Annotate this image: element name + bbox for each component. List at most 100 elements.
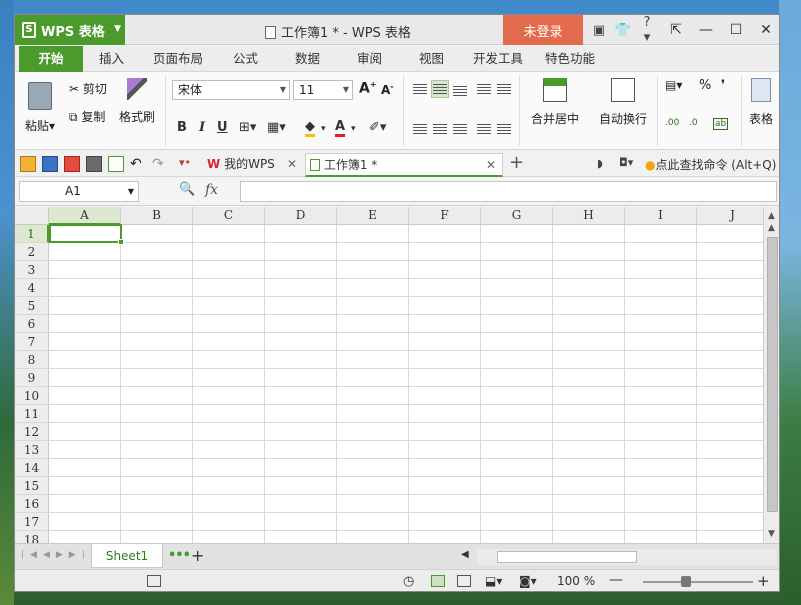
decrease-indent-icon[interactable] — [477, 84, 491, 95]
redo-icon[interactable]: ↷ — [152, 156, 168, 172]
align-top-icon[interactable] — [413, 84, 427, 95]
row-header[interactable]: 7 — [15, 333, 49, 351]
horizontal-scroll-thumb[interactable] — [497, 551, 637, 563]
column-header[interactable]: D — [265, 207, 337, 225]
select-all-corner[interactable] — [15, 207, 49, 225]
export-pdf-icon[interactable] — [64, 156, 80, 172]
search-command[interactable]: ●点此查找命令 (Alt+Q) — [645, 156, 776, 173]
increase-decimal-icon[interactable]: .00 — [665, 118, 679, 128]
cut-button[interactable]: ✂ 剪切 — [69, 80, 107, 97]
italic-icon[interactable]: I — [199, 120, 205, 135]
vertical-scrollbar[interactable]: ▲ ▲ ▼ — [763, 207, 779, 543]
column-header[interactable]: C — [193, 207, 265, 225]
font-name-select[interactable]: 宋体 ▼ — [172, 80, 290, 100]
row-header[interactable]: 5 — [15, 297, 49, 315]
column-header[interactable]: I — [625, 207, 697, 225]
print-preview-icon[interactable] — [108, 156, 124, 172]
more-sheets-button[interactable]: ••• — [168, 548, 191, 563]
distributed-icon[interactable] — [497, 124, 511, 135]
toolbar-option-icon[interactable]: ◗ — [597, 157, 603, 170]
insert-function-button[interactable]: fx — [205, 182, 218, 198]
fill-handle[interactable] — [118, 239, 124, 245]
format-painter-button[interactable]: 格式刷 — [119, 78, 155, 125]
open-icon[interactable] — [20, 156, 36, 172]
row-header[interactable]: 9 — [15, 369, 49, 387]
minimize-button[interactable]: — — [691, 15, 721, 45]
close-tab-icon[interactable]: ✕ — [287, 153, 297, 175]
zoom-out-button[interactable]: — — [609, 572, 623, 588]
row-header[interactable]: 17 — [15, 513, 49, 531]
decrease-decimal-icon[interactable]: .0 — [689, 118, 698, 128]
column-header[interactable]: E — [337, 207, 409, 225]
row-header[interactable]: 18 — [15, 531, 49, 543]
tab-view[interactable]: 视图 — [419, 46, 444, 72]
row-header[interactable]: 10 — [15, 387, 49, 405]
help-icon[interactable]: ?▾ — [635, 15, 659, 45]
convert-icon[interactable]: ab — [713, 118, 729, 130]
zoom-search-icon[interactable]: 🔍 — [179, 182, 195, 197]
selected-cell-a1[interactable] — [49, 224, 122, 243]
horizontal-scrollbar[interactable] — [477, 549, 777, 565]
scroll-left-icon[interactable]: ◀ — [461, 549, 469, 560]
toolbar-marker-icon[interactable]: ◘▾ — [619, 156, 633, 169]
tab-formulas[interactable]: 公式 — [233, 46, 258, 72]
font-color-icon[interactable]: A — [335, 120, 346, 137]
close-button[interactable]: ✕ — [751, 15, 779, 45]
align-middle-icon[interactable] — [433, 84, 447, 95]
scroll-up-icon[interactable]: ▲ — [768, 211, 775, 221]
align-left-icon[interactable] — [413, 124, 427, 135]
cell-style-icon[interactable]: ▦▾ — [267, 120, 286, 135]
row-header[interactable]: 16 — [15, 495, 49, 513]
column-header[interactable]: G — [481, 207, 553, 225]
close-tab-icon[interactable]: ✕ — [486, 154, 496, 176]
row-header[interactable]: 3 — [15, 261, 49, 279]
column-header[interactable]: H — [553, 207, 625, 225]
name-box[interactable]: A1 ▼ — [19, 181, 139, 202]
maximize-button[interactable]: ☐ — [721, 15, 751, 45]
tab-home[interactable]: 开始 — [19, 46, 83, 72]
row-header[interactable]: 1 — [15, 225, 49, 243]
bold-icon[interactable]: B — [177, 120, 187, 135]
login-button[interactable]: 未登录 — [503, 15, 583, 45]
table-style-button[interactable]: 表格 — [749, 78, 773, 127]
save-icon[interactable] — [42, 156, 58, 172]
formula-input[interactable] — [240, 181, 777, 202]
macro-record-icon[interactable] — [147, 575, 161, 587]
decrease-font-icon[interactable]: A- — [381, 82, 394, 97]
skin-icon[interactable]: 👕 — [611, 23, 635, 38]
row-header[interactable]: 15 — [15, 477, 49, 495]
customize-toolbar-icon[interactable]: ▾• — [179, 156, 195, 172]
eye-protection-icon[interactable]: ◙▾ — [519, 574, 537, 588]
paste-button[interactable]: 粘贴▾ — [25, 82, 55, 134]
scrollbar-thumb[interactable] — [767, 237, 778, 512]
row-header[interactable]: 6 — [15, 315, 49, 333]
row-header[interactable]: 8 — [15, 351, 49, 369]
normal-view-icon[interactable] — [431, 575, 445, 587]
history-icon[interactable]: ◷ — [403, 574, 414, 589]
zoom-slider[interactable] — [643, 581, 753, 583]
copy-button[interactable]: ⧉ 复制 — [69, 108, 105, 125]
row-header[interactable]: 11 — [15, 405, 49, 423]
font-size-select[interactable]: 11 ▼ — [293, 80, 353, 100]
justify-icon[interactable] — [477, 124, 491, 135]
zoom-in-button[interactable]: + — [757, 572, 770, 590]
archive-icon[interactable]: ▣ — [587, 23, 611, 38]
align-bottom-icon[interactable] — [453, 86, 467, 97]
tab-special-features[interactable]: 特色功能 — [545, 46, 595, 72]
number-format-icon[interactable]: ▤▾ — [665, 78, 682, 92]
undo-icon[interactable]: ↶ — [130, 156, 146, 172]
column-header[interactable]: B — [121, 207, 193, 225]
align-right-icon[interactable] — [453, 124, 467, 135]
comma-button[interactable]: ❜ — [721, 78, 725, 93]
fill-color-icon[interactable]: ◆ — [305, 120, 315, 137]
tab-page-layout[interactable]: 页面布局 — [153, 46, 203, 72]
row-header[interactable]: 13 — [15, 441, 49, 459]
percent-button[interactable]: % — [699, 78, 711, 93]
add-sheet-button[interactable]: + — [191, 546, 204, 565]
wrap-text-button[interactable]: 自动换行 — [595, 78, 651, 127]
align-center-icon[interactable] — [433, 124, 447, 135]
border-icon[interactable]: ⊞▾ — [239, 120, 256, 135]
new-tab-button[interactable]: + — [509, 152, 524, 173]
print-icon[interactable] — [86, 156, 102, 172]
row-header[interactable]: 12 — [15, 423, 49, 441]
